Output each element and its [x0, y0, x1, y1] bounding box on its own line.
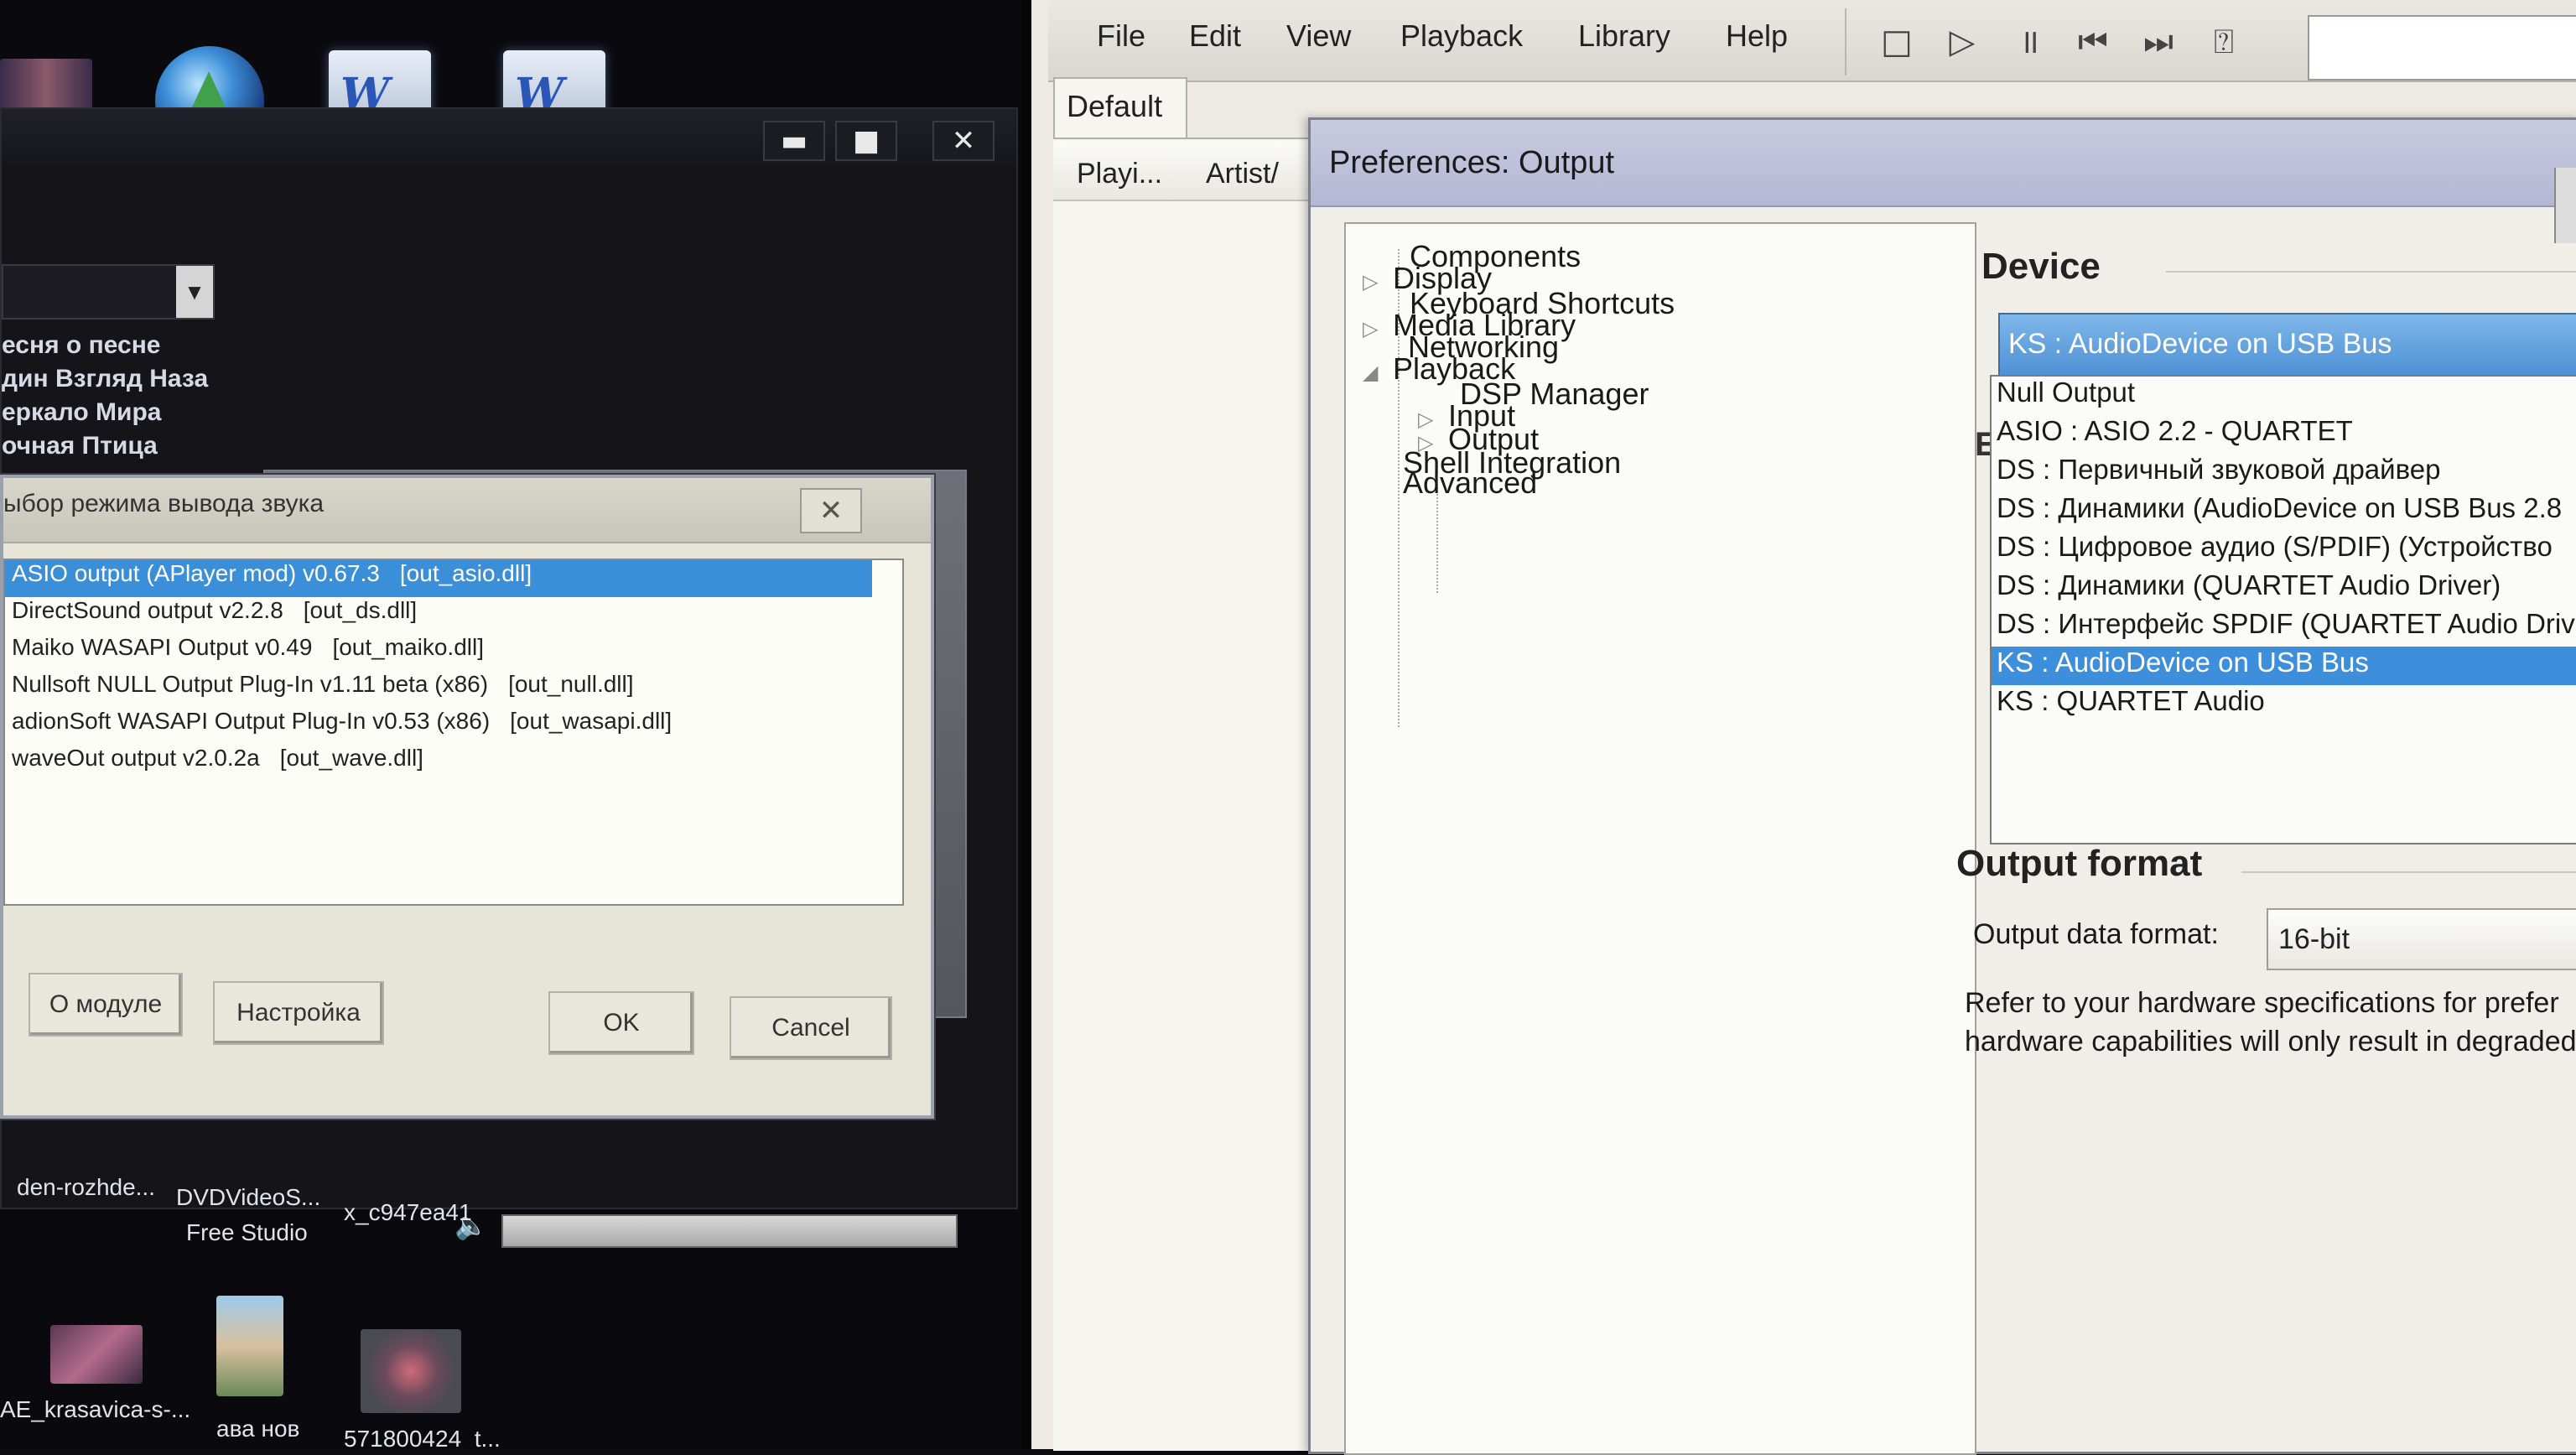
plugin-file: [out_ds.dll]	[303, 597, 418, 623]
menu-library[interactable]: Library	[1578, 18, 1670, 54]
menu-playback[interactable]: Playback	[1400, 18, 1523, 54]
playlist-combo[interactable]: ▼	[2, 264, 215, 320]
device-option[interactable]: KS : QUARTET Audio	[1992, 685, 2576, 724]
preferences-tree: Components ▷ Display Keyboard Shortcuts ▷…	[1344, 222, 1976, 1455]
tree-item-label: Advanced	[1403, 465, 1538, 500]
device-option[interactable]: DS : Динамики (QUARTET Audio Driver)	[1992, 569, 2576, 608]
plugin-file: [out_maiko.dll]	[332, 634, 484, 660]
list-item[interactable]: есня о песне	[2, 329, 220, 362]
list-item[interactable]: дин Взгляд Наза	[2, 362, 220, 396]
section-divider	[2166, 271, 2576, 273]
close-button[interactable]: ✕	[800, 488, 862, 533]
desktop-icon-label[interactable]: 571800424_t...	[344, 1426, 501, 1449]
search-input[interactable]	[2308, 15, 2576, 81]
preferences-window: Preferences: Output Components ▷ Display …	[1308, 117, 2576, 1455]
desktop-icon-label[interactable]: AE_krasavica-s-...	[0, 1396, 190, 1423]
device-option-selected[interactable]: KS : AudioDevice on USB Bus	[1992, 647, 2576, 685]
image-file-icon[interactable]	[216, 1296, 283, 1396]
close-button[interactable]: ✕	[932, 121, 995, 161]
device-option[interactable]: DS : Динамики (AudioDevice on USB Bus 2.…	[1992, 492, 2576, 531]
list-item[interactable]: еркало Мира	[2, 396, 220, 429]
dialog-title: ыбор режима вывода звука	[3, 490, 325, 517]
plugin-name: ASIO output (APlayer mod) v0.67.3	[12, 560, 380, 586]
song-list: есня о песне дин Взгляд Наза еркало Мира…	[2, 329, 220, 463]
column-playing[interactable]: Playi...	[1077, 158, 1162, 190]
menu-help[interactable]: Help	[1726, 18, 1788, 54]
stop-icon[interactable]: □	[1878, 23, 1915, 60]
select-value: 16-bit	[2278, 923, 2350, 955]
playlist-column-header: Playi... Artist/	[1053, 141, 1338, 201]
plugin-name: Maiko WASAPI Output v0.49	[12, 634, 313, 660]
list-item[interactable]: Nullsoft NULL Output Plug-In v1.11 beta …	[5, 671, 902, 708]
cancel-button[interactable]: Cancel	[730, 996, 892, 1060]
aimp-desktop-area: W W ▬ ■ ✕ ▼ есня о песне дин Взгляд Наза…	[0, 0, 1031, 1449]
plugin-name: DirectSound output v2.2.8	[12, 597, 283, 623]
desktop-icon-label[interactable]: DVDVideoS...	[176, 1184, 320, 1211]
next-icon[interactable]: ⏭	[2140, 23, 2177, 60]
output-mode-dialog: ыбор режима вывода звука ✕ ASIO output (…	[0, 475, 934, 1119]
minimize-button[interactable]: ▬	[763, 121, 825, 161]
plugin-name: adionSoft WASAPI Output Plug-In v0.53 (x…	[12, 708, 491, 734]
plugin-file: [out_null.dll]	[508, 671, 634, 697]
menu-file[interactable]: File	[1097, 18, 1145, 54]
window-title: Preferences: Output	[1329, 145, 1615, 180]
previous-icon[interactable]: ⏮	[2075, 23, 2111, 60]
section-divider	[2241, 871, 2576, 873]
device-dropdown[interactable]: KS : AudioDevice on USB Bus	[1998, 313, 2576, 378]
image-file-icon[interactable]	[361, 1329, 461, 1413]
device-option[interactable]: DS : Первичный звуковой драйвер	[1992, 454, 2576, 492]
device-option[interactable]: DS : Цифровое аудио (S/PDIF) (Устройство	[1992, 531, 2576, 569]
device-option[interactable]: DS : Интерфейс SPDIF (QUARTET Audio Driv	[1992, 608, 2576, 647]
list-item[interactable]: DirectSound output v2.2.8 [out_ds.dll]	[5, 597, 902, 634]
note-line: hardware capabilities will only result i…	[1965, 1026, 2576, 1057]
list-item[interactable]: очная Птица	[2, 429, 220, 463]
device-selected-value: KS : AudioDevice on USB Bus	[2008, 328, 2392, 360]
random-icon[interactable]: ⍰	[2205, 23, 2242, 60]
desktop-icon-label[interactable]: den-rozhde...	[17, 1174, 155, 1201]
desktop-icon-label: Free Studio	[186, 1219, 308, 1245]
plugin-file: [out_wave.dll]	[279, 745, 423, 771]
toolbar-separator	[1845, 8, 1846, 75]
device-option[interactable]: ASIO : ASIO 2.2 - QUARTET	[1992, 415, 2576, 454]
tree-item-advanced[interactable]: Advanced	[1373, 465, 1537, 501]
note-line: Refer to your hardware specifications fo…	[1965, 987, 2559, 1019]
plugin-file: [out_wasapi.dll]	[510, 708, 673, 734]
output-data-format-select[interactable]: 16-bit	[2267, 908, 2576, 970]
list-item[interactable]: Maiko WASAPI Output v0.49 [out_maiko.dll]	[5, 634, 902, 671]
menu-view[interactable]: View	[1286, 18, 1351, 54]
list-item[interactable]: ASIO output (APlayer mod) v0.67.3 [out_as…	[5, 560, 872, 597]
plugin-file: [out_asio.dll]	[399, 560, 532, 586]
output-data-format-label: Output data format:	[1973, 918, 2219, 950]
device-option[interactable]: Null Output	[1992, 377, 2576, 415]
play-icon[interactable]: ▷	[1944, 23, 1981, 60]
image-file-icon[interactable]	[50, 1325, 143, 1384]
scrollbar[interactable]	[2554, 168, 2576, 243]
desktop-icon-label[interactable]: x_c947ea41	[344, 1199, 472, 1226]
list-item[interactable]: waveOut output v2.0.2a [out_wave.dll]	[5, 745, 902, 782]
plugin-name: Nullsoft NULL Output Plug-In v1.11 beta …	[12, 671, 489, 697]
output-plugin-list[interactable]: ASIO output (APlayer mod) v0.67.3 [out_as…	[3, 559, 904, 906]
preferences-titlebar: Preferences: Output	[1311, 120, 2576, 207]
menu-edit[interactable]: Edit	[1189, 18, 1241, 54]
plugin-name: waveOut output v2.0.2a	[12, 745, 260, 771]
column-artist[interactable]: Artist/	[1206, 158, 1279, 190]
device-dropdown-list[interactable]: Null Output ASIO : ASIO 2.2 - QUARTET DS…	[1990, 375, 2576, 844]
tab-default[interactable]: Default	[1053, 77, 1187, 138]
device-section-header: Device	[1981, 246, 2101, 287]
settings-button[interactable]: Настройка	[213, 981, 384, 1045]
desktop-icon-label[interactable]: ава нов	[216, 1416, 299, 1442]
dialog-titlebar: ыбор режима вывода звука ✕	[3, 478, 931, 543]
aimp-titlebar: ▬ ■ ✕	[2, 109, 1016, 166]
output-format-note: Refer to your hardware specifications fo…	[1965, 984, 2576, 1061]
tree-expander-icon[interactable]: ◢	[1363, 361, 1393, 385]
seek-bar[interactable]	[501, 1214, 958, 1248]
about-module-button[interactable]: О модуле	[29, 973, 183, 1037]
output-format-header: Output format	[1956, 843, 2203, 884]
pause-icon[interactable]: ॥	[2011, 23, 2048, 60]
list-item[interactable]: adionSoft WASAPI Output Plug-In v0.53 (x…	[5, 708, 902, 745]
ok-button[interactable]: OK	[548, 991, 694, 1055]
maximize-button[interactable]: ■	[835, 121, 897, 161]
chevron-down-icon[interactable]: ▼	[176, 266, 213, 318]
